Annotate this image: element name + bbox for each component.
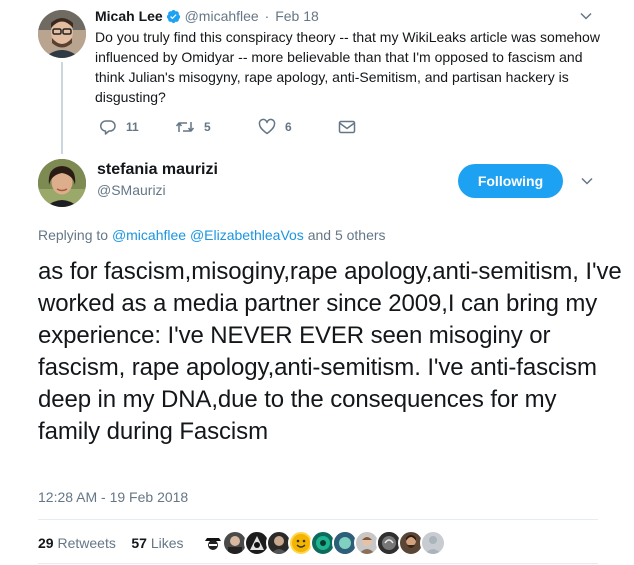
likes-count: 57: [131, 535, 147, 551]
replying-others-link[interactable]: and 5 others: [308, 227, 386, 243]
reply-button[interactable]: 11: [99, 117, 139, 137]
dm-icon: [338, 119, 356, 135]
author-name[interactable]: stefania maurizi: [97, 160, 218, 180]
replying-user-link[interactable]: @micahflee: [112, 227, 186, 243]
liker-avatar[interactable]: [420, 530, 446, 556]
tweet-stats: 29 Retweets 57 Likes: [38, 534, 184, 552]
tweet-timestamp[interactable]: 12:28 AM - 19 Feb 2018: [38, 488, 188, 506]
reply-icon: [99, 118, 117, 136]
replying-prefix: Replying to: [38, 227, 109, 243]
retweet-button[interactable]: 5: [175, 117, 211, 137]
like-button[interactable]: 6: [258, 117, 292, 137]
avatar-stefania-maurizi[interactable]: [38, 159, 86, 207]
following-button[interactable]: Following: [458, 164, 563, 198]
retweet-count: 5: [204, 120, 211, 134]
likes-stat[interactable]: 57 Likes: [131, 535, 183, 551]
avatar-micah-lee[interactable]: [38, 10, 86, 58]
replying-user-link[interactable]: @ElizabethleaVos: [190, 227, 304, 243]
parent-tweet-actions: 11 5 6: [95, 117, 375, 137]
parent-author-handle[interactable]: @micahflee: [185, 8, 259, 24]
thread-connector-line: [61, 62, 63, 154]
retweets-stat[interactable]: 29 Retweets: [38, 535, 116, 551]
chevron-down-icon[interactable]: [580, 174, 594, 193]
like-icon: [258, 118, 276, 136]
parent-author-name[interactable]: Micah Lee: [95, 8, 163, 24]
divider: [38, 519, 598, 520]
retweets-label: Retweets: [57, 535, 116, 551]
likes-label: Likes: [150, 535, 184, 551]
retweets-count: 29: [38, 535, 54, 551]
reply-count: 11: [126, 120, 139, 134]
chevron-down-icon[interactable]: [579, 9, 593, 28]
parent-tweet-header: Micah Lee @micahflee · Feb 18: [95, 7, 319, 28]
verified-badge-icon: [166, 9, 181, 28]
direct-message-button[interactable]: [338, 117, 356, 137]
replying-to: Replying to @micahflee @ElizabethleaVos …: [38, 226, 386, 244]
divider: [38, 563, 598, 564]
parent-tweet-date[interactable]: Feb 18: [275, 8, 319, 24]
like-count: 6: [285, 120, 292, 134]
tweet-text: as for fascism,misoginy,rape apology,ant…: [38, 258, 622, 445]
parent-tweet[interactable]: Micah Lee @micahflee · Feb 18 Do you tru…: [0, 0, 634, 154]
header-separator: ·: [264, 8, 270, 24]
retweet-icon: [175, 118, 195, 136]
parent-tweet-text: Do you truly find this conspiracy theory…: [95, 29, 600, 105]
author-handle[interactable]: @SMaurizi: [97, 181, 166, 199]
